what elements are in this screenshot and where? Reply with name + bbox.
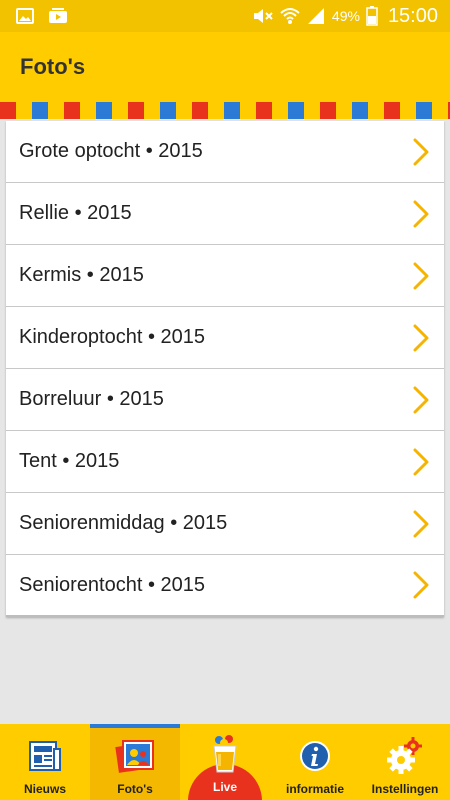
- signal-icon: [306, 7, 326, 25]
- list-item-label: Seniorenmiddag • 2015: [19, 512, 228, 534]
- battery-icon: [366, 6, 378, 26]
- tab-informatie[interactable]: informatie: [270, 724, 360, 800]
- app-bar: Foto's: [0, 32, 450, 102]
- flag-segment: [336, 102, 352, 119]
- chevron-right-icon: [412, 571, 430, 599]
- list-item-label: Kinderoptocht • 2015: [19, 326, 206, 348]
- flag-segment: [416, 102, 432, 119]
- flag-segment: [64, 102, 80, 119]
- battery-percent: 49%: [331, 8, 360, 24]
- flag-segment: [352, 102, 368, 119]
- flag-segment: [304, 102, 320, 119]
- list-item[interactable]: Seniorenmiddag • 2015: [6, 493, 444, 555]
- album-list: Grote optocht • 2015 Rellie • 2015 Kermis …: [6, 121, 444, 617]
- tab-label: Nieuws: [23, 782, 66, 796]
- flag-segment: [192, 102, 208, 119]
- tab-label: informatie: [285, 782, 344, 796]
- list-item-label: Grote optocht • 2015: [19, 140, 203, 162]
- flag-stripe: [0, 102, 450, 119]
- flag-segment: [80, 102, 96, 119]
- newspaper-icon: [28, 736, 62, 776]
- flag-segment: [48, 102, 64, 119]
- flag-segment: [240, 102, 256, 119]
- list-item-label: Tent • 2015: [19, 450, 120, 472]
- status-time: 15:00: [387, 4, 438, 27]
- flag-segment: [320, 102, 336, 119]
- tab-live[interactable]: Live: [180, 724, 270, 800]
- list-item[interactable]: Seniorentocht • 2015: [6, 555, 444, 617]
- flag-segment: [144, 102, 160, 119]
- flag-segment: [112, 102, 128, 119]
- flag-segment: [384, 102, 400, 119]
- flag-segment: [256, 102, 272, 119]
- bottom-nav: Nieuws Foto's Live informatie Instelling…: [0, 724, 450, 800]
- flag-segment: [400, 102, 416, 119]
- tab-label: Instellingen: [371, 782, 439, 796]
- chevron-right-icon: [412, 324, 430, 352]
- tab-fotos[interactable]: Foto's: [90, 724, 180, 800]
- mute-icon: [252, 7, 274, 25]
- list-item-label: Seniorentocht • 2015: [19, 573, 206, 596]
- list-item[interactable]: Borreluur • 2015: [6, 369, 444, 431]
- settings-icon: [385, 736, 425, 776]
- wifi-icon: [280, 7, 300, 25]
- flag-segment: [432, 102, 448, 119]
- list-item-label: Borreluur • 2015: [19, 388, 164, 410]
- flag-segment: [160, 102, 176, 119]
- flag-segment: [32, 102, 48, 119]
- beer-icon: [209, 734, 241, 774]
- tab-label: Live: [212, 780, 237, 794]
- photos-icon: [115, 736, 155, 776]
- chevron-right-icon: [412, 200, 430, 228]
- tab-nieuws[interactable]: Nieuws: [0, 724, 90, 800]
- list-item[interactable]: Rellie • 2015: [6, 183, 444, 245]
- list-item[interactable]: Tent • 2015: [6, 431, 444, 493]
- chevron-right-icon: [412, 448, 430, 476]
- flag-segment: [288, 102, 304, 119]
- info-icon: [298, 736, 332, 776]
- flag-segment: [368, 102, 384, 119]
- tab-instellingen[interactable]: Instellingen: [360, 724, 450, 800]
- flag-segment: [96, 102, 112, 119]
- flag-segment: [272, 102, 288, 119]
- page-title: Foto's: [20, 54, 86, 79]
- list-item-label: Rellie • 2015: [19, 202, 132, 224]
- flag-segment: [128, 102, 144, 119]
- list-item-label: Kermis • 2015: [19, 264, 144, 286]
- chevron-right-icon: [412, 386, 430, 414]
- tab-label: Foto's: [117, 782, 153, 796]
- status-bar: 49% 15:00: [0, 0, 450, 32]
- flag-segment: [224, 102, 240, 119]
- list-item[interactable]: Kermis • 2015: [6, 245, 444, 307]
- list-item[interactable]: Kinderoptocht • 2015: [6, 307, 444, 369]
- youtube-icon: [48, 8, 68, 24]
- chevron-right-icon: [412, 262, 430, 290]
- chevron-right-icon: [412, 510, 430, 538]
- flag-segment: [176, 102, 192, 119]
- flag-segment: [16, 102, 32, 119]
- chevron-right-icon: [412, 138, 430, 166]
- flag-segment: [0, 102, 16, 119]
- list-item[interactable]: Grote optocht • 2015: [6, 121, 444, 183]
- gallery-icon: [16, 8, 34, 24]
- flag-segment: [208, 102, 224, 119]
